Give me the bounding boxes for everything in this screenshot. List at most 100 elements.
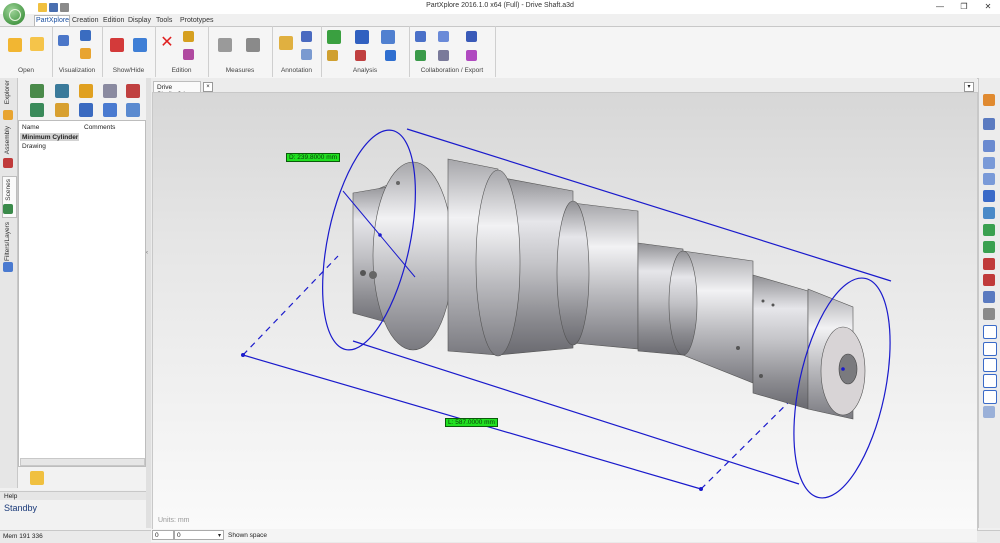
- analysis-draft-icon[interactable]: [355, 30, 369, 44]
- shown-space-label: Shown space: [228, 532, 268, 539]
- layout-single-icon[interactable]: [983, 325, 997, 339]
- view-back-icon[interactable]: [983, 207, 995, 219]
- view-rotate-icon[interactable]: [983, 308, 995, 320]
- tab-creation[interactable]: Creation: [72, 17, 98, 24]
- minimize-button[interactable]: —: [928, 0, 952, 14]
- help-status: Standby: [4, 503, 38, 513]
- tab-assembly[interactable]: Assembly: [2, 126, 15, 162]
- export-image-icon[interactable]: [415, 50, 426, 61]
- help-body: Standby: [0, 500, 150, 530]
- view-top-icon[interactable]: [983, 224, 995, 236]
- tab-partxplore[interactable]: PartXplore: [36, 17, 69, 24]
- export-save-icon[interactable]: [466, 31, 477, 42]
- update-scene-icon[interactable]: [55, 84, 69, 98]
- memory-readout: Mem 191 336: [3, 533, 43, 540]
- horizontal-scrollbar[interactable]: [20, 458, 145, 466]
- tab-close-icon[interactable]: ×: [203, 82, 213, 92]
- annotation-note-icon[interactable]: [279, 36, 293, 50]
- maximize-button[interactable]: ❐: [952, 0, 976, 14]
- open-folder-icon[interactable]: [30, 37, 44, 51]
- tab-tools[interactable]: Tools: [156, 17, 172, 24]
- collapse-arrow-icon[interactable]: ‹: [146, 250, 148, 256]
- scene-camera-icon[interactable]: [30, 103, 44, 117]
- layout-horizontal-icon[interactable]: [983, 358, 997, 372]
- viewport-bar: [151, 529, 977, 542]
- analysis-compare-icon[interactable]: [381, 30, 395, 44]
- visualization-mode-icon[interactable]: [58, 35, 69, 46]
- zoom-window-icon[interactable]: [983, 140, 995, 152]
- title-bar: PartXplore 2016.1.0 x64 (Full) - Drive S…: [0, 0, 1000, 14]
- layout-vertical-icon[interactable]: [983, 342, 997, 356]
- scene-info-icon[interactable]: [103, 84, 117, 98]
- export-pdf-icon[interactable]: [466, 50, 477, 61]
- zoom-in-icon[interactable]: [983, 157, 995, 169]
- tab-display[interactable]: Display: [128, 17, 151, 24]
- view-left-icon[interactable]: [983, 258, 995, 270]
- 3d-viewport[interactable]: D: 239.8000 mm L: 587.0000 mm Units: mm: [152, 92, 978, 530]
- export-step-icon[interactable]: [415, 31, 426, 42]
- ribbon-label-annotation: Annotation: [280, 67, 313, 74]
- scene-up-icon[interactable]: [79, 103, 93, 117]
- annotation-text-icon[interactable]: [301, 49, 312, 60]
- length-measure-label[interactable]: L: 587.0000 mm: [445, 418, 498, 427]
- panel-footer: [18, 467, 146, 490]
- space-field-1[interactable]: 0: [152, 530, 174, 540]
- view-settings-icon[interactable]: [983, 406, 995, 418]
- layout-quad-icon[interactable]: [983, 374, 997, 388]
- zoom-out-icon[interactable]: [983, 173, 995, 185]
- tab-assembly-label: Assembly: [4, 126, 11, 155]
- render-style-icon[interactable]: [80, 48, 91, 59]
- column-name[interactable]: Name: [22, 124, 39, 131]
- open-file-icon[interactable]: [8, 38, 22, 52]
- document-menu-icon[interactable]: ▾: [964, 82, 974, 92]
- ribbon-label-measures: Measures: [225, 67, 255, 74]
- help-title: Help: [4, 493, 18, 500]
- analysis-volume-icon[interactable]: [355, 50, 366, 61]
- scene-light-icon[interactable]: [55, 103, 69, 117]
- open-scene-folder-icon[interactable]: [30, 471, 44, 485]
- analysis-section-icon[interactable]: [327, 50, 338, 61]
- measure-tool-icon[interactable]: [246, 38, 260, 52]
- export-mail-icon[interactable]: [438, 50, 449, 61]
- new-scene-icon[interactable]: [30, 84, 44, 98]
- tab-edition[interactable]: Edition: [103, 17, 124, 24]
- drive-shaft-model: [352, 158, 866, 420]
- app-logo-icon[interactable]: [3, 3, 25, 25]
- tab-prototypes[interactable]: Prototypes: [180, 17, 213, 24]
- view-front-icon[interactable]: [983, 190, 995, 202]
- analysis-thickness-icon[interactable]: [327, 30, 341, 44]
- units-label: Units: mm: [158, 517, 190, 524]
- export-share-icon[interactable]: [438, 31, 449, 42]
- view-bottom-icon[interactable]: [983, 241, 995, 253]
- cube-view-icon[interactable]: [80, 30, 91, 41]
- delete-scene-icon[interactable]: [126, 84, 140, 98]
- view-iso-icon[interactable]: [983, 291, 995, 303]
- print-quick-icon[interactable]: [60, 3, 69, 12]
- list-item-minimum-cylinder[interactable]: Minimum Cylinder: [22, 134, 78, 141]
- show-hide-icon[interactable]: [110, 38, 124, 52]
- close-button[interactable]: ✕: [976, 0, 1000, 14]
- cylinder-center-left: [378, 233, 382, 237]
- zoom-fit-icon[interactable]: [983, 118, 995, 130]
- show-all-icon[interactable]: [133, 38, 147, 52]
- layout-grid-icon[interactable]: [983, 390, 997, 404]
- delete-icon[interactable]: ✕: [160, 35, 174, 51]
- view-cube-icon[interactable]: [983, 94, 995, 106]
- annotation-flag-icon[interactable]: [301, 31, 312, 42]
- list-item-drawing[interactable]: Drawing: [22, 143, 46, 150]
- column-comments[interactable]: Comments: [84, 124, 115, 131]
- edit-material-icon[interactable]: [183, 49, 194, 60]
- ribbon-label-visualization: Visualization: [58, 67, 96, 74]
- rename-scene-icon[interactable]: [79, 84, 93, 98]
- edit-color-icon[interactable]: [183, 31, 194, 42]
- open-quick-icon[interactable]: [38, 3, 47, 12]
- analysis-info-icon[interactable]: [385, 50, 396, 61]
- space-field-2[interactable]: 0 ▾: [174, 530, 224, 540]
- save-quick-icon[interactable]: [49, 3, 58, 12]
- ribbon-label-analysis: Analysis: [352, 67, 378, 74]
- scene-down-icon[interactable]: [103, 103, 117, 117]
- scene-export-icon[interactable]: [126, 103, 140, 117]
- diameter-measure-label[interactable]: D: 239.8000 mm: [286, 153, 341, 162]
- view-right-icon[interactable]: [983, 274, 995, 286]
- measure-caliper-icon[interactable]: [218, 38, 232, 52]
